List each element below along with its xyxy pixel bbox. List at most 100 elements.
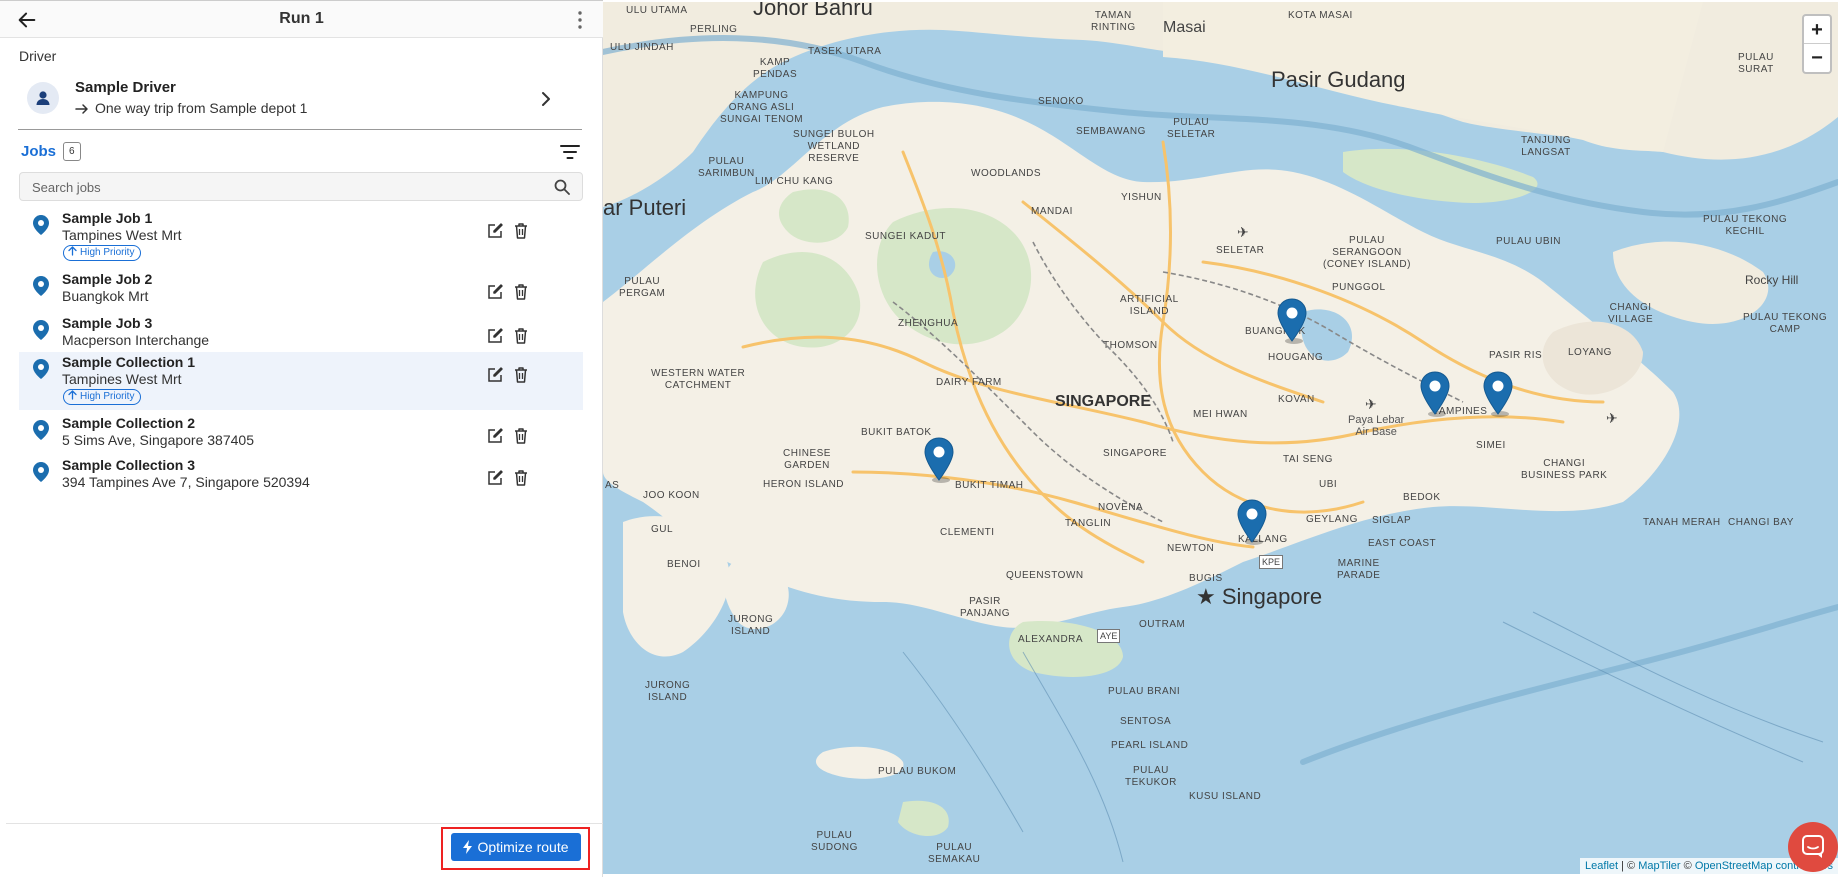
map-label-pulau-brani: PULAU BRANI [1108,686,1181,697]
map-label-jurong-island-2: JURONG ISLAND [645,680,691,703]
map-label-tanjung-langsat: TANJUNG LANGSAT [1521,135,1571,158]
map-label-marine-parade: MARINE PARADE [1337,558,1381,581]
more-options-icon[interactable] [577,10,583,30]
jobs-count-badge: 6 [63,142,81,161]
edit-icon[interactable] [486,327,504,345]
arrow-right-icon [75,104,88,114]
map-label-kovan: KOVAN [1278,394,1315,405]
map-base [603,2,1838,863]
person-icon [36,91,50,105]
map-label-ulu-utama: ULU UTAMA [626,5,688,16]
chat-icon [1802,835,1824,858]
leaflet-link[interactable]: Leaflet [1585,860,1618,872]
job-address: Tampines West Mrt [62,227,182,243]
map-label-bandar-seri-alam: PULAU SURAT [1738,52,1774,75]
map-label-pulau-sudong: PULAU SUDONG [811,830,858,853]
map-label-as: AS [605,480,620,491]
job-list-item[interactable]: Sample Job 1 Tampines West Mrt High Priori… [19,208,583,266]
priority-badge: High Priority [63,389,142,405]
map-label-perling: PERLING [690,24,738,35]
map-label-pulau-serangoon: PULAU SERANGOON (CONEY ISLAND) [1323,235,1411,270]
edit-icon[interactable] [486,222,504,240]
chat-launcher-button[interactable] [1788,822,1838,872]
map-label-mandai: MANDAI [1031,206,1073,217]
map-label-tai-seng: TAI SENG [1283,454,1333,465]
search-box [19,172,583,201]
route-map[interactable]: Johor Bahru ULU UTAMA PERLING TASEK UTAR… [603,2,1838,874]
map-label-pasir-ris: PASIR RIS [1489,350,1543,361]
run-panel: Run 1 Driver Sample Driver One way trip … [0,0,603,877]
filter-icon[interactable] [559,144,581,160]
map-label-woodlands: WOODLANDS [971,168,1042,179]
map-pin-marker[interactable] [1276,297,1308,345]
zoom-in-button[interactable]: + [1804,16,1830,44]
map-label-western-water: WESTERN WATER CATCHMENT [651,368,746,391]
map-label-clementi: CLEMENTI [940,527,995,538]
driver-name: Sample Driver [75,79,176,96]
edit-icon[interactable] [486,366,504,384]
map-label-sentosa: SENTOSA [1120,716,1172,727]
edit-icon[interactable] [486,427,504,445]
trash-icon[interactable] [513,366,529,384]
attribution-separator-2: © [1680,860,1695,872]
driver-card[interactable]: Sample Driver One way trip from Sample d… [18,74,582,130]
map-label-newton: NEWTON [1167,543,1215,554]
map-label-pearl-island: PEARL ISLAND [1111,740,1189,751]
map-label-pulau-tekukor: PULAU TEKUKOR [1125,765,1177,788]
map-label-pulau-bukom: PULAU BUKOM [878,766,957,777]
zoom-control: + − [1802,14,1832,74]
map-label-east-coast: EAST COAST [1368,538,1437,549]
map-label-heron-island: HERON ISLAND [763,479,845,490]
job-list-item[interactable]: Sample Job 3 Macperson Interchange [19,310,583,352]
driver-trip: One way trip from Sample depot 1 [75,100,307,116]
job-name: Sample Job 2 [62,271,153,287]
job-name: Sample Collection 1 [62,354,196,370]
map-pin-marker[interactable] [1236,498,1268,546]
map-label-jurong-island: JURONG ISLAND [728,614,774,637]
map-label-geylang: GEYLANG [1306,514,1358,525]
map-label-singapore-area: SINGAPORE [1055,393,1152,410]
attribution-separator: | © [1618,860,1639,872]
map-label-joo-koon: JOO KOON [643,490,700,501]
job-list-item[interactable]: Sample Collection 1 Tampines West Mrt High… [19,352,583,410]
map-label-changi-bay: CHANGI BAY [1728,517,1794,528]
map-label-ubi: UBI [1319,479,1338,490]
map-label-lim-chu-kang: LIM CHU KANG [755,176,834,187]
bolt-icon [463,840,473,854]
search-input[interactable] [32,177,532,197]
map-label-singapore-city: ★ Singapore [1196,584,1323,609]
trash-icon[interactable] [513,222,529,240]
edit-icon[interactable] [486,469,504,487]
job-list-item[interactable]: Sample Collection 25 Sims Ave, Singapore… [19,410,583,452]
map-label-tanglin: TANGLIN [1065,518,1112,529]
job-address: 5 Sims Ave, Singapore 387405 [62,432,254,448]
map-pin-marker[interactable] [923,436,955,484]
trash-icon[interactable] [513,469,529,487]
airport-icon: ✈ [1606,410,1619,426]
map-pin-marker[interactable] [1419,370,1451,418]
jobs-tab[interactable]: Jobs [21,143,56,160]
search-icon[interactable] [554,179,570,195]
map-label-mei-hwan: MEI HWAN [1193,409,1248,420]
trash-icon[interactable] [513,283,529,301]
job-list-item[interactable]: Sample Job 2 Buangkok Mrt [19,266,583,310]
job-list-item[interactable]: Sample Collection 3 394 Tampines Ave 7, S… [19,452,583,494]
optimize-route-button[interactable]: Optimize route [451,833,581,861]
map-label-pulau-tekong-kechil: PULAU TEKONG KECHIL [1703,214,1788,237]
map-label-alexandra: ALEXANDRA [1018,634,1084,645]
location-pin-icon [33,359,49,379]
map-pin-marker[interactable] [1482,370,1514,418]
edit-icon[interactable] [486,283,504,301]
map-label-aye: AYE [1097,629,1121,643]
trash-icon[interactable] [513,327,529,345]
map-label-kampung-orang-asli: KAMPUNG ORANG ASLI SUNGAI TENOM [720,90,804,125]
trash-icon[interactable] [513,427,529,445]
map-label-sembawang: SEMBAWANG [1076,126,1146,137]
maptiler-link[interactable]: MapTiler [1638,860,1680,872]
map-label-kusu-island: KUSU ISLAND [1189,791,1262,802]
optimize-route-label: Optimize route [477,839,569,855]
priority-badge: High Priority [63,245,142,261]
airport-icon: ✈ [1365,396,1378,412]
map-label-simei: SIMEI [1476,440,1506,451]
zoom-out-button[interactable]: − [1804,44,1830,72]
